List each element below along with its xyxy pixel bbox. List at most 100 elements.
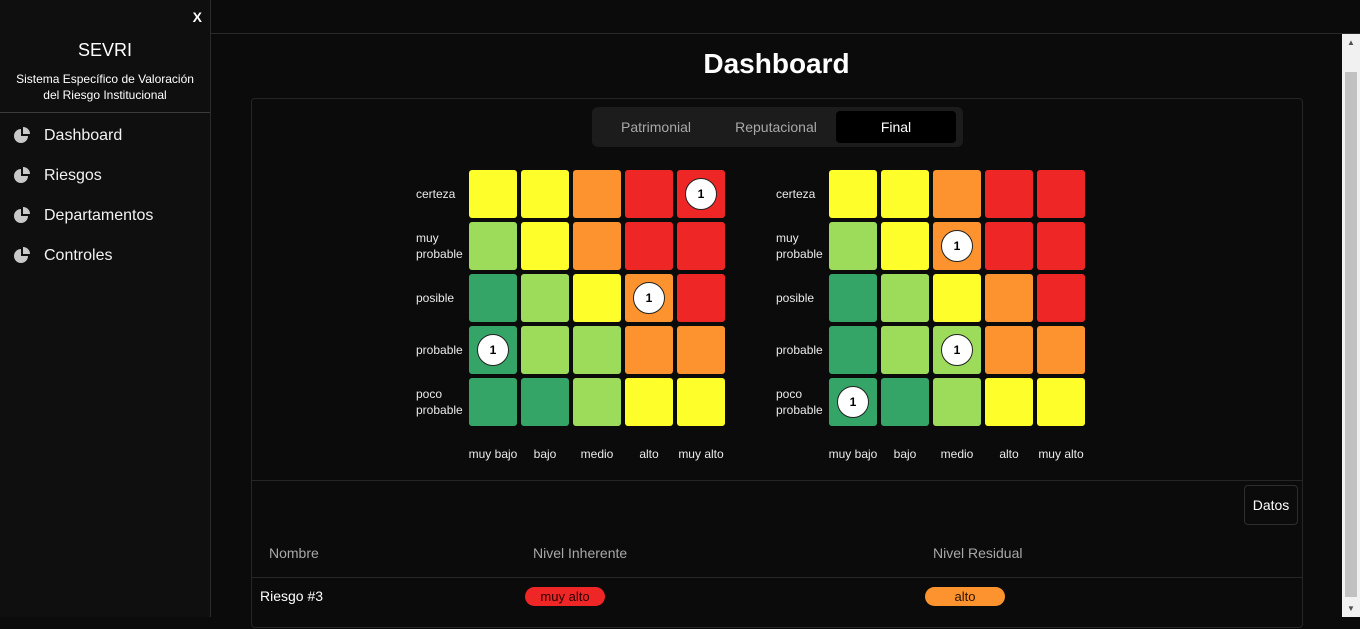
matrix-cell[interactable] bbox=[573, 222, 621, 270]
risk-count-badge[interactable]: 1 bbox=[477, 334, 509, 366]
matrix-cell[interactable] bbox=[985, 170, 1033, 218]
risk-count-badge[interactable]: 1 bbox=[837, 386, 869, 418]
matrix-cell[interactable] bbox=[521, 378, 569, 426]
matrix-cell[interactable] bbox=[829, 326, 877, 374]
matrix-cell[interactable] bbox=[1037, 170, 1085, 218]
matrix-cell[interactable]: 1 bbox=[829, 378, 877, 426]
pie-chart-icon bbox=[12, 206, 32, 226]
sidebar-item-dashboard[interactable]: Dashboard bbox=[0, 116, 210, 156]
top-bar bbox=[211, 0, 1360, 34]
matrix-cell[interactable] bbox=[677, 326, 725, 374]
datos-button[interactable]: Datos bbox=[1244, 485, 1298, 525]
matrix-cell[interactable] bbox=[829, 170, 877, 218]
column-label: bajo bbox=[533, 447, 557, 461]
matrix-cell[interactable] bbox=[469, 222, 517, 270]
row-label: posible bbox=[416, 291, 455, 305]
close-sidebar-button[interactable]: X bbox=[193, 9, 202, 25]
row-label: certeza bbox=[416, 187, 456, 201]
matrix-cell[interactable] bbox=[677, 378, 725, 426]
pie-chart-icon bbox=[12, 126, 32, 146]
brand-subtitle: Sistema Específico de Valoración del Rie… bbox=[16, 72, 194, 102]
matrix-cell[interactable]: 1 bbox=[933, 326, 981, 374]
matrix-cell[interactable] bbox=[573, 274, 621, 322]
matrix-cell[interactable] bbox=[469, 170, 517, 218]
matrix-cell[interactable] bbox=[521, 326, 569, 374]
matrix-cell[interactable] bbox=[625, 170, 673, 218]
sidebar-item-label: Controles bbox=[44, 247, 113, 264]
risk-type-tabs: Patrimonial Reputacional Final bbox=[592, 107, 963, 147]
sidebar-item-controles[interactable]: Controles bbox=[0, 236, 210, 276]
matrix-cell[interactable] bbox=[521, 170, 569, 218]
matrix-cell[interactable] bbox=[881, 222, 929, 270]
matrix-cell[interactable] bbox=[1037, 378, 1085, 426]
matrix-cell[interactable] bbox=[933, 274, 981, 322]
risk-table: Datos Nombre Nivel Inherente Nivel Resid… bbox=[252, 480, 1302, 629]
table-divider bbox=[252, 577, 1302, 578]
matrix-cell[interactable] bbox=[1037, 326, 1085, 374]
matrix-cell[interactable] bbox=[625, 326, 673, 374]
column-header-name[interactable]: Nombre bbox=[269, 545, 319, 561]
column-label: alto bbox=[999, 447, 1019, 461]
matrix-cell[interactable] bbox=[985, 274, 1033, 322]
matrix-cell[interactable]: 1 bbox=[933, 222, 981, 270]
matrix-cell[interactable] bbox=[573, 170, 621, 218]
risk-count-badge[interactable]: 1 bbox=[941, 230, 973, 262]
matrix-cell[interactable] bbox=[881, 326, 929, 374]
column-label: muy bajo bbox=[468, 447, 518, 461]
matrix-cell[interactable]: 1 bbox=[469, 326, 517, 374]
matrix-cell[interactable] bbox=[829, 274, 877, 322]
matrix-cell[interactable] bbox=[881, 170, 929, 218]
sidebar-nav: Dashboard Riesgos Departamentos Controle… bbox=[0, 116, 210, 276]
matrix-cell[interactable] bbox=[985, 326, 1033, 374]
column-label: muy alto bbox=[1038, 447, 1084, 461]
pie-chart-icon bbox=[12, 246, 32, 266]
matrix-cell[interactable] bbox=[677, 222, 725, 270]
sidebar-item-riesgos[interactable]: Riesgos bbox=[0, 156, 210, 196]
risk-count-badge[interactable]: 1 bbox=[941, 334, 973, 366]
row-label: certeza bbox=[776, 187, 816, 201]
matrix-cell[interactable]: 1 bbox=[625, 274, 673, 322]
sidebar: X SEVRI Sistema Específico de Valoración… bbox=[0, 0, 211, 617]
risk-count-badge[interactable]: 1 bbox=[633, 282, 665, 314]
scroll-up-arrow-icon[interactable]: ▲ bbox=[1342, 34, 1360, 51]
main-content: Dashboard Patrimonial Reputacional Final… bbox=[211, 34, 1342, 628]
table-cell-name: Riesgo #3 bbox=[260, 588, 324, 604]
matrix-cell[interactable] bbox=[469, 378, 517, 426]
sidebar-divider bbox=[0, 112, 210, 113]
row-label: poco probable bbox=[776, 387, 823, 417]
matrix-cell[interactable] bbox=[985, 378, 1033, 426]
risk-count-badge[interactable]: 1 bbox=[685, 178, 717, 210]
matrix-cell[interactable] bbox=[933, 170, 981, 218]
tab-final[interactable]: Final bbox=[836, 111, 956, 143]
row-label: posible bbox=[776, 291, 815, 305]
matrix-cell[interactable] bbox=[985, 222, 1033, 270]
status-badge-inherent: muy alto bbox=[525, 587, 605, 606]
matrix-cell[interactable] bbox=[1037, 222, 1085, 270]
matrix-cell[interactable]: 1 bbox=[677, 170, 725, 218]
sidebar-item-departamentos[interactable]: Departamentos bbox=[0, 196, 210, 236]
matrix-cell[interactable] bbox=[521, 222, 569, 270]
matrix-cell[interactable] bbox=[573, 326, 621, 374]
tab-patrimonial[interactable]: Patrimonial bbox=[596, 111, 716, 143]
matrix-cell[interactable] bbox=[881, 274, 929, 322]
matrix-cell[interactable] bbox=[573, 378, 621, 426]
matrix-cell[interactable] bbox=[469, 274, 517, 322]
sidebar-item-label: Riesgos bbox=[44, 167, 102, 184]
scroll-thumb[interactable] bbox=[1345, 72, 1357, 597]
column-label: muy alto bbox=[678, 447, 724, 461]
matrix-cell[interactable] bbox=[1037, 274, 1085, 322]
column-header-residual[interactable]: Nivel Residual bbox=[933, 545, 1022, 561]
scroll-down-arrow-icon[interactable]: ▼ bbox=[1342, 600, 1360, 617]
matrix-cell[interactable] bbox=[881, 378, 929, 426]
column-label: medio bbox=[940, 447, 974, 461]
matrix-cell[interactable] bbox=[625, 378, 673, 426]
matrix-cell[interactable] bbox=[829, 222, 877, 270]
column-header-inherent[interactable]: Nivel Inherente bbox=[533, 545, 627, 561]
column-label: alto bbox=[639, 447, 659, 461]
vertical-scrollbar[interactable]: ▲ ▼ bbox=[1342, 34, 1360, 617]
matrix-cell[interactable] bbox=[625, 222, 673, 270]
matrix-cell[interactable] bbox=[933, 378, 981, 426]
matrix-cell[interactable] bbox=[677, 274, 725, 322]
tab-reputacional[interactable]: Reputacional bbox=[716, 111, 836, 143]
matrix-cell[interactable] bbox=[521, 274, 569, 322]
